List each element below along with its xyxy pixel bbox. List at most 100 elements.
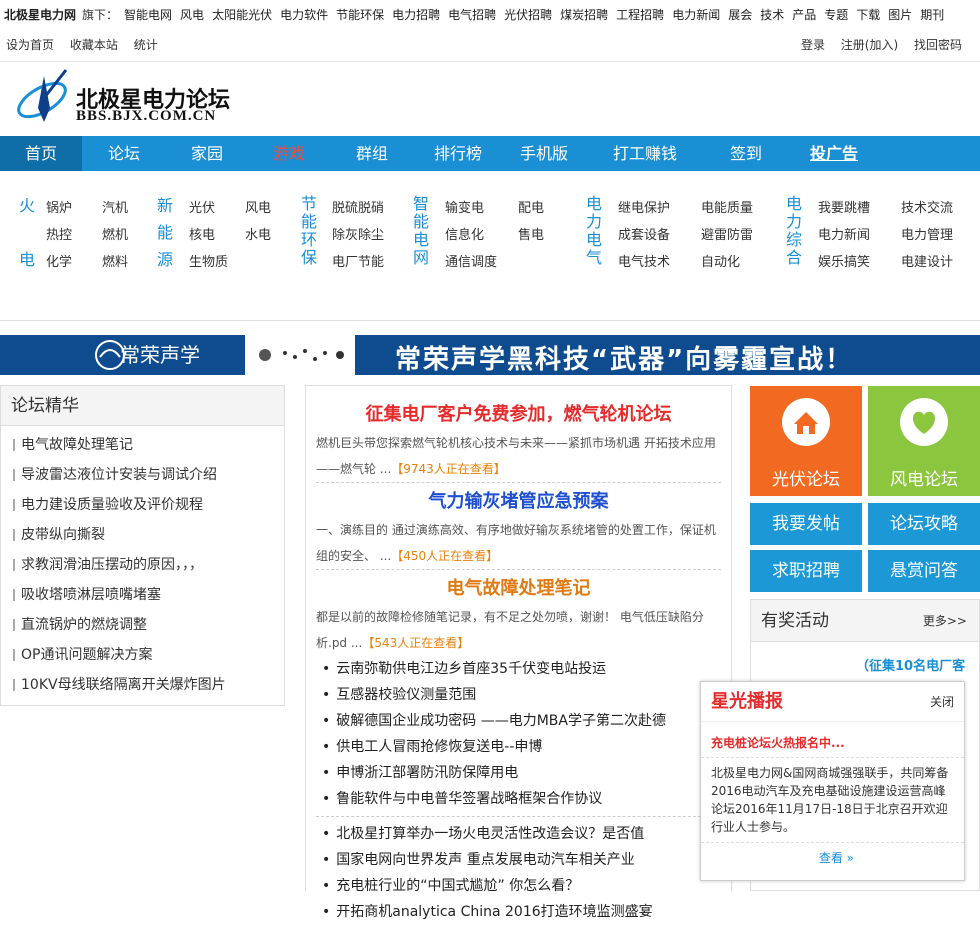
news-item[interactable]: 开拓商机analytica China 2016打造环境监测盛宴 <box>322 899 731 925</box>
forum-highlight-item[interactable]: 电力建设质量验收及评价规程 <box>1 490 284 520</box>
nav-item-7[interactable]: 打工赚钱 <box>586 136 704 171</box>
top-link[interactable]: 电气招聘 <box>448 8 496 22</box>
top-link[interactable]: 工程招聘 <box>616 8 664 22</box>
top-link[interactable]: 节能环保 <box>336 8 384 22</box>
top-link[interactable]: 期刊 <box>920 8 944 22</box>
top-link[interactable]: 煤炭招聘 <box>560 8 608 22</box>
cat-dianqi-item[interactable]: 电气技术 <box>618 251 670 270</box>
cat-zhineng-title-3[interactable]: 网 <box>412 249 430 267</box>
cat-huodian-item[interactable]: 锅炉 <box>46 197 72 216</box>
popup-more-link[interactable]: 查看 » <box>701 843 964 866</box>
cat-jieneng-item[interactable]: 脱硫脱硝 <box>332 197 384 216</box>
cat-zhineng-item[interactable]: 信息化 <box>445 224 484 243</box>
news-item[interactable]: 鲁能软件与中电普华签署战略框架合作协议 <box>322 786 731 812</box>
cat-dianqi-item[interactable]: 成套设备 <box>618 224 670 243</box>
news-item[interactable]: 申博浙江部署防汛防保障用电 <box>322 760 731 786</box>
cat-jieneng-title-3[interactable]: 保 <box>300 249 318 267</box>
news-item[interactable]: 充电桩行业的“中国式尴尬” 你怎么看？ <box>322 873 731 899</box>
tile-wind-forum[interactable]: 风电论坛 <box>868 386 980 496</box>
top-link[interactable]: 技术 <box>760 8 784 22</box>
cat-xinnengyuan-title-1[interactable]: 能 <box>156 224 174 242</box>
top-link[interactable]: 电力招聘 <box>392 8 440 22</box>
news-item[interactable]: 互感器校验仪测量范围 <box>322 682 731 708</box>
cat-xinnengyuan-item[interactable]: 风电 <box>245 197 271 216</box>
article-title[interactable]: 电气故障处理笔记 <box>316 574 721 600</box>
news-item[interactable]: 北极星打算举办一场火电灵活性改造会议？是否值 <box>322 821 731 847</box>
top-link[interactable]: 展会 <box>728 8 752 22</box>
nav-item-1[interactable]: 论坛 <box>82 136 166 171</box>
cat-jieneng-item[interactable]: 电厂节能 <box>332 251 384 270</box>
cat-zonghe-item[interactable]: 电建设计 <box>901 251 953 270</box>
cat-dianqi-item[interactable]: 继电保护 <box>618 197 670 216</box>
cat-huodian-item[interactable]: 热控 <box>46 224 72 243</box>
forum-highlight-item[interactable]: 求教润滑油压摆动的原因，，， <box>1 550 284 580</box>
top-link[interactable]: 电力新闻 <box>672 8 720 22</box>
recover-password-link[interactable]: 找回密码 <box>914 38 962 52</box>
cat-dianqi-item[interactable]: 电能质量 <box>701 197 753 216</box>
cat-huodian-item[interactable]: 燃料 <box>102 251 128 270</box>
cat-dianqi-title-2[interactable]: 电 <box>585 231 603 249</box>
forum-highlight-item[interactable]: 导波雷达液位计安装与调试介绍 <box>1 460 284 490</box>
top-link[interactable]: 智能电网 <box>124 8 172 22</box>
nav-item-6[interactable]: 手机版 <box>502 136 586 171</box>
bookmark-link[interactable]: 收藏本站 <box>70 38 118 52</box>
popup-close-button[interactable]: 关闭 <box>930 682 954 722</box>
popup-headline[interactable]: 充电桩论坛火热报名中... <box>701 722 964 758</box>
cat-xinnengyuan-item[interactable]: 光伏 <box>189 197 215 216</box>
tile-pv-forum[interactable]: 光伏论坛 <box>750 386 862 496</box>
cat-xinnengyuan-title-0[interactable]: 新 <box>156 197 174 215</box>
cat-zonghe-item[interactable]: 娱乐搞笑 <box>818 251 870 270</box>
top-link[interactable]: 图片 <box>888 8 912 22</box>
stats-link[interactable]: 统计 <box>134 38 158 52</box>
nav-item-8[interactable]: 签到 <box>704 136 788 171</box>
top-link[interactable]: 太阳能光伏 <box>212 8 272 22</box>
nav-item-2[interactable]: 家园 <box>166 136 248 171</box>
forum-highlight-item[interactable]: 吸收塔喷淋层喷嘴堵塞 <box>1 580 284 610</box>
cat-huodian-item[interactable]: 燃机 <box>102 224 128 243</box>
ad-banner[interactable]: 常荣声学 常荣声学黑科技“武器”向雾霾宣战！ <box>0 335 980 375</box>
news-item[interactable]: 国家电网向世界发声 重点发展电动汽车相关产业 <box>322 847 731 873</box>
cat-jieneng-title-1[interactable]: 能 <box>300 213 318 231</box>
cat-xinnengyuan-title-2[interactable]: 源 <box>156 251 174 269</box>
nav-item-0[interactable]: 首页 <box>0 136 82 171</box>
top-link[interactable]: 光伏招聘 <box>504 8 552 22</box>
cat-zhineng-item[interactable]: 售电 <box>518 224 544 243</box>
top-link[interactable]: 风电 <box>180 8 204 22</box>
bounty-qa-button[interactable]: 悬赏问答 <box>868 550 980 592</box>
cat-zonghe-item[interactable]: 电力管理 <box>901 224 953 243</box>
site-brand[interactable]: 北极星电力网 <box>4 6 76 23</box>
cat-huodian-item[interactable]: 汽机 <box>102 197 128 216</box>
cat-jieneng-title-2[interactable]: 环 <box>300 231 318 249</box>
login-link[interactable]: 登录 <box>801 38 825 52</box>
cat-dianqi-item[interactable]: 避雷防雷 <box>701 224 753 243</box>
nav-item-4[interactable]: 群组 <box>330 136 414 171</box>
nav-item-3[interactable]: 游戏 <box>248 136 330 171</box>
set-home-link[interactable]: 设为首页 <box>6 38 54 52</box>
forum-highlight-item[interactable]: 10KV母线联络隔离开关爆炸图片 <box>1 670 284 700</box>
cat-huodian-title-2[interactable]: 电 <box>18 251 36 269</box>
cat-zonghe-item[interactable]: 电力新闻 <box>818 224 870 243</box>
cat-zonghe-title-2[interactable]: 综 <box>785 231 803 249</box>
article-title[interactable]: 征集电厂客户免费参加，燃气轮机论坛 <box>316 400 721 426</box>
cat-zonghe-title-1[interactable]: 力 <box>785 213 803 231</box>
cat-dianqi-title-0[interactable]: 电 <box>585 195 603 213</box>
cat-zonghe-title-3[interactable]: 合 <box>785 249 803 267</box>
forum-highlight-item[interactable]: 直流锅炉的燃烧调整 <box>1 610 284 640</box>
cat-dianqi-title-1[interactable]: 力 <box>585 213 603 231</box>
cat-zhineng-title-2[interactable]: 电 <box>412 231 430 249</box>
forum-highlight-item[interactable]: 皮带纵向撕裂 <box>1 520 284 550</box>
cat-huodian-item[interactable]: 化学 <box>46 251 72 270</box>
cat-zonghe-title-0[interactable]: 电 <box>785 195 803 213</box>
nav-item-5[interactable]: 排行榜 <box>414 136 502 171</box>
forum-guide-button[interactable]: 论坛攻略 <box>868 503 980 545</box>
cat-zhineng-item[interactable]: 输变电 <box>445 197 484 216</box>
news-item[interactable]: 云南弥勒供电江边乡首座35千伏变电站投运 <box>322 656 731 682</box>
cat-huodian-title-1[interactable]: 火 <box>18 197 36 215</box>
cat-zonghe-item[interactable]: 技术交流 <box>901 197 953 216</box>
cat-zhineng-item[interactable]: 配电 <box>518 197 544 216</box>
cat-xinnengyuan-item[interactable]: 水电 <box>245 224 271 243</box>
cat-zhineng-title-0[interactable]: 智 <box>412 195 430 213</box>
news-item[interactable]: 破解德国企业成功密码 ——电力MBA学子第二次赴德 <box>322 708 731 734</box>
register-link[interactable]: 注册(加入) <box>841 38 898 52</box>
forum-highlight-item[interactable]: 电气故障处理笔记 <box>1 430 284 460</box>
